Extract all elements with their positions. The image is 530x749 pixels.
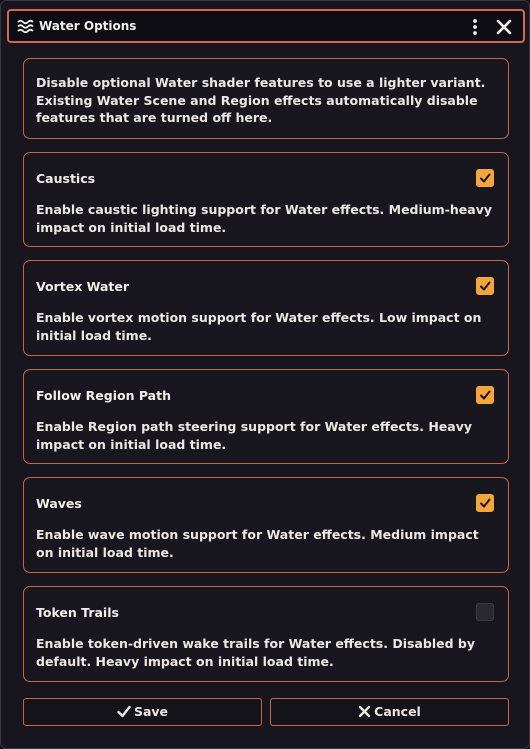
option-description: Enable wave motion support for Water eff…	[36, 527, 479, 560]
vertical-ellipsis-icon[interactable]	[467, 16, 483, 38]
water-waves-icon	[17, 18, 35, 34]
option-description: Enable Region path steering support for …	[36, 419, 473, 452]
option-checkbox-waves[interactable]	[476, 494, 494, 512]
cancel-button-label: Cancel	[374, 704, 421, 719]
option-description: Enable token-driven wake trails for Wate…	[36, 636, 475, 669]
water-options-dialog: Water Options Disable optional Water sha…	[0, 0, 530, 749]
option-checkbox-caustics[interactable]	[476, 169, 494, 187]
option-title: Waves	[36, 496, 82, 511]
option-title: Caustics	[36, 171, 96, 186]
save-button-label: Save	[133, 704, 169, 719]
save-button[interactable]: Save	[23, 698, 262, 726]
option-description: Enable caustic lighting support for Wate…	[36, 202, 492, 235]
option-checkbox-vortex-water[interactable]	[476, 277, 494, 295]
option-title: Vortex Water	[36, 279, 130, 294]
x-icon	[358, 705, 371, 718]
option-description: Enable vortex motion support for Water e…	[36, 310, 482, 343]
option-card-vortex-water: Vortex Water Enable vortex motion suppor…	[23, 260, 509, 356]
intro-text: Disable optional Water shader features t…	[36, 75, 486, 125]
option-title: Follow Region Path	[36, 388, 171, 403]
option-checkbox-follow-region-path[interactable]	[476, 386, 494, 404]
cancel-button[interactable]: Cancel	[270, 698, 509, 726]
window-title: Water Options	[39, 19, 137, 33]
option-checkbox-token-trails[interactable]	[476, 603, 494, 621]
close-icon[interactable]	[493, 16, 515, 38]
option-card-caustics: Caustics Enable caustic lighting support…	[23, 152, 509, 247]
option-card-token-trails: Token Trails Enable token-driven wake tr…	[23, 586, 509, 682]
title-bar[interactable]: Water Options	[7, 9, 525, 43]
option-card-follow-region-path: Follow Region Path Enable Region path st…	[23, 369, 509, 464]
option-title: Token Trails	[36, 605, 119, 620]
check-icon	[117, 705, 131, 718]
option-card-waves: Waves Enable wave motion support for Wat…	[23, 477, 509, 573]
intro-card: Disable optional Water shader features t…	[23, 58, 509, 139]
